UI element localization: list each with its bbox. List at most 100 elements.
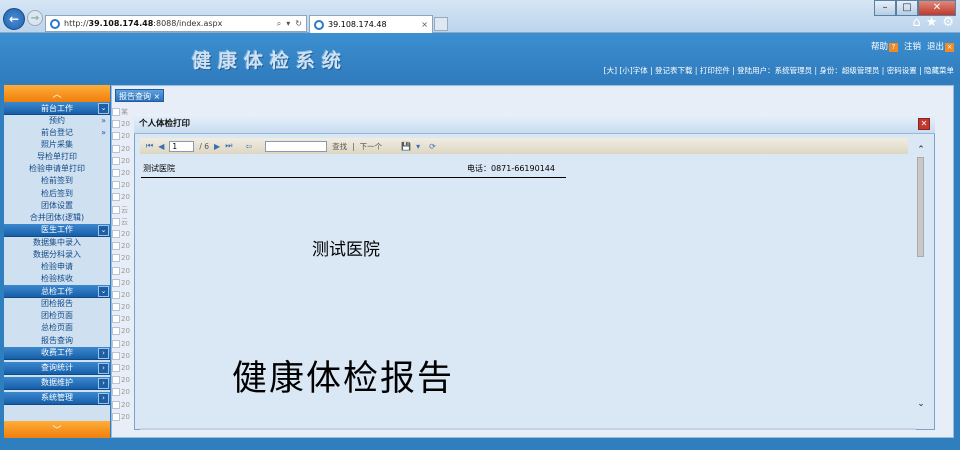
sidebar-item-front-5[interactable]: 检前签到 [4, 175, 110, 187]
row-checkbox[interactable] [112, 339, 120, 348]
sidebar-item-front-6[interactable]: 检后签到 [4, 188, 110, 200]
sidebar-item-front-7[interactable]: 团体设置 [4, 200, 110, 212]
sidebar-item-final-0[interactable]: 团检报告 [4, 298, 110, 310]
table-row[interactable]: 20 [112, 277, 136, 289]
back-icon[interactable]: ⇦ [245, 142, 252, 151]
dialog-close-button[interactable]: ✕ [918, 118, 930, 130]
sidebar-item-front-1[interactable]: 前台登记» [4, 127, 110, 139]
sidebar-scroll-down[interactable]: ﹀ [4, 421, 110, 438]
sidebar-item-doctor-2[interactable]: 检验申请 [4, 261, 110, 273]
sidebar-item-front-2[interactable]: 照片采集 [4, 139, 110, 151]
back-button[interactable]: ← [3, 8, 25, 30]
sidebar-item-front-0[interactable]: 预约» [4, 115, 110, 127]
row-checkbox[interactable] [112, 412, 120, 421]
table-row[interactable]: 20 [112, 191, 136, 203]
find-link[interactable]: 查找 [332, 141, 347, 152]
tab-close-icon[interactable]: × [421, 20, 428, 29]
table-row[interactable]: 云 [112, 204, 136, 216]
window-close-button[interactable]: ✕ [918, 0, 956, 16]
section-system[interactable]: 系统管理 › [4, 391, 110, 405]
export-dropdown-icon[interactable]: ▾ [416, 142, 420, 151]
address-bar[interactable]: http:// 39.108.174.48 :8088/index.aspx ⌕… [45, 15, 307, 32]
section-final-check[interactable]: 总检工作 ⌄ [4, 285, 110, 299]
section-doctor[interactable]: 医生工作 ⌄ [4, 223, 110, 237]
first-page-icon[interactable]: ⏮ [146, 141, 153, 151]
browser-tab[interactable]: 39.108.174.48 × [309, 15, 433, 33]
scroll-thumb[interactable] [917, 157, 924, 257]
gear-icon[interactable]: ⚙ [942, 15, 954, 30]
logout-link[interactable]: 注销 [904, 40, 921, 52]
row-checkbox[interactable] [112, 266, 120, 275]
table-row[interactable]: 20 [112, 411, 136, 423]
table-row[interactable]: 20 [112, 167, 136, 179]
table-row[interactable]: 20 [112, 228, 136, 240]
minimize-button[interactable]: – [874, 0, 896, 16]
row-checkbox[interactable] [112, 193, 120, 202]
row-checkbox[interactable] [112, 108, 120, 117]
table-row[interactable]: 20 [112, 130, 136, 142]
prev-page-icon[interactable]: ◀ [158, 142, 164, 151]
maximize-button[interactable]: □ [896, 0, 918, 16]
table-row[interactable]: 20 [112, 399, 136, 411]
row-checkbox[interactable] [112, 327, 120, 336]
row-checkbox[interactable] [112, 229, 120, 238]
section-data-maintenance[interactable]: 数据维护 › [4, 376, 110, 390]
forward-button[interactable]: → [27, 10, 43, 26]
row-checkbox[interactable] [112, 254, 120, 263]
tab-report-query[interactable]: 报告查询 × [115, 89, 165, 102]
exit-link[interactable]: 退出 × [927, 40, 954, 52]
sidebar-item-front-3[interactable]: 导检单打印 [4, 151, 110, 163]
row-checkbox[interactable] [112, 278, 120, 287]
scroll-up-icon[interactable]: ⌃ [914, 144, 928, 156]
table-row[interactable]: 20 [112, 252, 136, 264]
page-number-input[interactable]: 1 [169, 140, 195, 152]
row-checkbox[interactable] [112, 242, 120, 251]
row-checkbox[interactable] [112, 205, 120, 214]
table-row[interactable]: 20 [112, 240, 136, 252]
table-row[interactable]: 20 [112, 143, 136, 155]
sidebar-item-front-4[interactable]: 检验申请单打印 [4, 163, 110, 175]
find-next-link[interactable]: 下一个 [360, 141, 383, 152]
sidebar-item-final-1[interactable]: 团检页面 [4, 310, 110, 322]
table-row[interactable]: 20 [112, 386, 136, 398]
favorites-icon[interactable]: ★ [926, 15, 938, 30]
section-statistics[interactable]: 查询统计 › [4, 361, 110, 375]
table-row[interactable]: 20 [112, 301, 136, 313]
find-input[interactable] [265, 140, 328, 152]
row-checkbox[interactable] [112, 156, 120, 165]
sidebar-item-final-3[interactable]: 报告查询 [4, 335, 110, 347]
new-tab-button[interactable] [434, 17, 448, 31]
table-row[interactable]: 云 [112, 216, 136, 228]
search-icon[interactable]: ⌕ [277, 19, 281, 29]
refresh-icon[interactable]: ↻ [295, 19, 302, 29]
home-icon[interactable]: ⌂ [912, 15, 920, 30]
table-row[interactable]: 20 [112, 155, 136, 167]
row-checkbox[interactable] [112, 388, 120, 397]
report-horizontal-scrollbar[interactable] [140, 428, 916, 430]
row-checkbox[interactable] [112, 217, 120, 226]
sidebar-item-doctor-1[interactable]: 数据分科录入 [4, 249, 110, 261]
table-row[interactable]: 20 [112, 350, 136, 362]
table-row[interactable]: 20 [112, 289, 136, 301]
section-billing[interactable]: 收费工作 › [4, 346, 110, 360]
scroll-down-icon[interactable]: ⌄ [914, 398, 928, 410]
row-checkbox[interactable] [112, 144, 120, 153]
sidebar-item-front-8[interactable]: 合并团体(逻辑) [4, 212, 110, 224]
dropdown-icon[interactable]: ▾ [286, 19, 290, 29]
user-bar[interactable]: [大] [小]字体 | 登记表下载 | 打印控件 | 登陆用户：系统管理员 | … [604, 65, 954, 76]
section-front-desk[interactable]: 前台工作 ⌄ [4, 102, 110, 115]
row-checkbox[interactable] [112, 351, 120, 360]
next-page-icon[interactable]: ▶ [214, 142, 220, 151]
table-row[interactable]: 某 [112, 106, 136, 118]
table-row[interactable]: 20 [112, 362, 136, 374]
row-checkbox[interactable] [112, 132, 120, 141]
table-row[interactable]: 20 [112, 325, 136, 337]
table-row[interactable]: 20 [112, 313, 136, 325]
close-icon[interactable]: × [154, 92, 161, 101]
table-row[interactable]: 20 [112, 118, 136, 130]
row-checkbox[interactable] [112, 290, 120, 299]
refresh-icon[interactable]: ⟳ [429, 142, 436, 151]
row-checkbox[interactable] [112, 376, 120, 385]
last-page-icon[interactable]: ⏭ [225, 141, 232, 151]
row-checkbox[interactable] [112, 315, 120, 324]
